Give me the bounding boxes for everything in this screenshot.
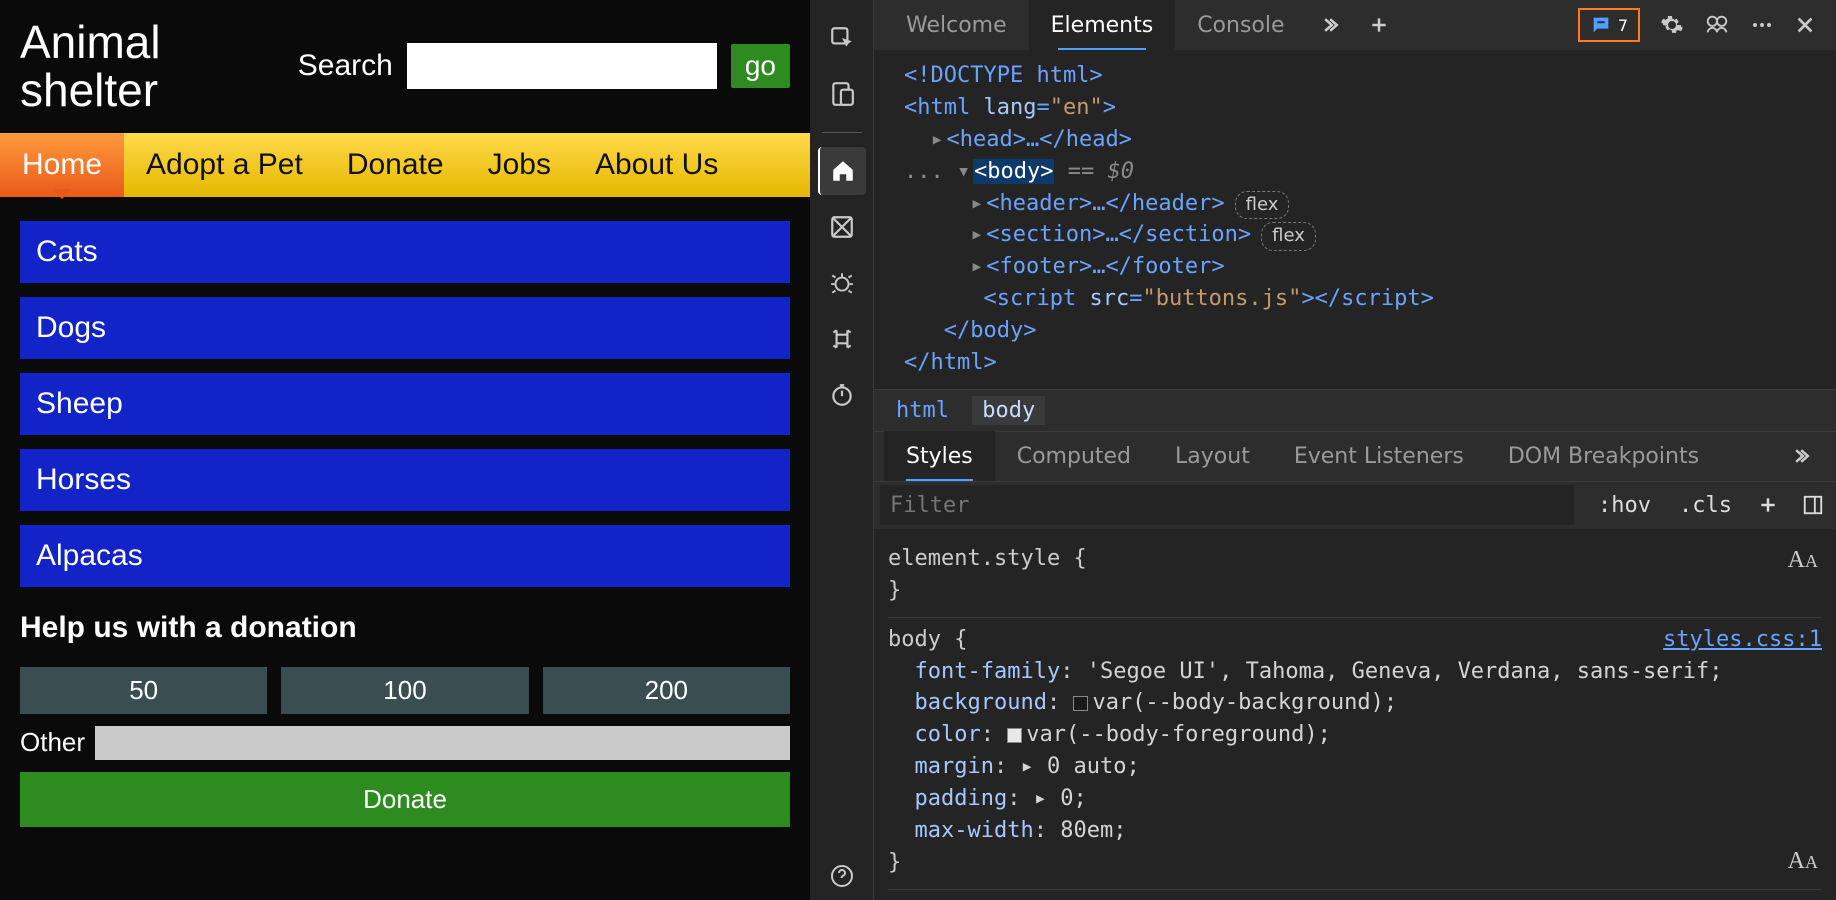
dom-body-close[interactable]: </body> — [944, 318, 1037, 343]
feedback-icon[interactable] — [1704, 13, 1730, 37]
styles-toolbar: :hov .cls — [874, 481, 1836, 529]
user-agent-label: user agent stylesheet — [1544, 896, 1822, 900]
network-tool-icon[interactable] — [818, 315, 866, 363]
computed-sidebar-icon[interactable] — [1790, 494, 1836, 516]
search-label: Search — [298, 49, 393, 83]
help-icon[interactable] — [818, 852, 866, 900]
main-nav: Home Adopt a Pet Donate Jobs About Us — [0, 133, 810, 197]
dom-body-selected[interactable]: <body> — [973, 159, 1054, 184]
accordion-cats[interactable]: Cats — [20, 221, 790, 283]
rendered-page: Animal shelter Search go Home Adopt a Pe… — [0, 0, 810, 900]
flex-badge[interactable]: flex — [1261, 222, 1316, 250]
nav-adopt[interactable]: Adopt a Pet — [124, 133, 325, 197]
rule-user-agent[interactable]: body { user agent stylesheet — [888, 890, 1822, 900]
issues-count: 7 — [1618, 16, 1628, 35]
issues-badge[interactable]: 7 — [1578, 8, 1640, 42]
dom-head[interactable]: <head>…</head> — [947, 127, 1132, 152]
sources-tool-icon[interactable] — [818, 203, 866, 251]
donate-other-row: Other — [20, 726, 790, 760]
accordion-dogs[interactable]: Dogs — [20, 297, 790, 359]
tab-event-listeners[interactable]: Event Listeners — [1272, 431, 1486, 481]
donate-heading: Help us with a donation — [20, 611, 790, 645]
accordion: Cats Dogs Sheep Horses Alpacas — [0, 197, 810, 597]
tab-styles[interactable]: Styles — [884, 431, 995, 481]
debugger-tool-icon[interactable] — [818, 259, 866, 307]
hov-toggle[interactable]: :hov — [1584, 493, 1665, 518]
tab-console[interactable]: Console — [1175, 0, 1306, 50]
dom-html-open[interactable]: <html — [904, 95, 983, 120]
tab-elements[interactable]: Elements — [1029, 0, 1176, 50]
issues-icon — [1590, 14, 1612, 36]
crumb-html[interactable]: html — [886, 396, 959, 425]
search-go-button[interactable]: go — [731, 44, 790, 88]
search-form: Search go — [298, 43, 790, 89]
accordion-horses[interactable]: Horses — [20, 449, 790, 511]
font-icon[interactable]: AA — [1788, 844, 1818, 879]
dom-header[interactable]: <header>…</header> — [986, 191, 1224, 216]
performance-tool-icon[interactable] — [818, 371, 866, 419]
dom-tree[interactable]: <!DOCTYPE html> <html lang="en"> ▸<head>… — [874, 50, 1836, 389]
more-styles-tabs-icon[interactable] — [1778, 446, 1826, 466]
expand-icon[interactable]: ▸ — [970, 251, 986, 283]
tab-computed[interactable]: Computed — [995, 431, 1153, 481]
styles-body[interactable]: element.style { AA } body { styles.css:1… — [874, 529, 1836, 900]
color-swatch-icon[interactable] — [1073, 696, 1088, 711]
settings-icon[interactable] — [1660, 13, 1684, 37]
flex-badge[interactable]: flex — [1235, 191, 1290, 219]
cls-toggle[interactable]: .cls — [1665, 493, 1746, 518]
rule-element-style[interactable]: element.style { AA } — [888, 537, 1822, 618]
dom-footer[interactable]: <footer>…</footer> — [986, 254, 1224, 279]
devtools-main: Welcome Elements Console 7 <!DOCTYPE htm… — [874, 0, 1836, 900]
styles-filter-input[interactable] — [880, 485, 1574, 525]
donate-button[interactable]: Donate — [20, 772, 790, 827]
accordion-alpacas[interactable]: Alpacas — [20, 525, 790, 587]
nav-about[interactable]: About Us — [573, 133, 740, 197]
accordion-sheep[interactable]: Sheep — [20, 373, 790, 435]
close-devtools-icon[interactable] — [1794, 14, 1816, 36]
crumb-body[interactable]: body — [972, 396, 1045, 425]
expand-icon[interactable]: ▸ — [970, 219, 986, 251]
devtools-tabs: Welcome Elements Console 7 — [874, 0, 1836, 50]
rule-body[interactable]: body { styles.css:1 font-family: 'Segoe … — [888, 618, 1822, 890]
dom-section[interactable]: <section>…</section> — [986, 222, 1251, 247]
nav-jobs[interactable]: Jobs — [466, 133, 573, 197]
activity-bar — [810, 0, 874, 900]
dom-html-close[interactable]: </html> — [904, 350, 997, 375]
color-swatch-icon[interactable] — [1007, 728, 1022, 743]
nav-home[interactable]: Home — [0, 133, 124, 197]
styles-tabs: Styles Computed Layout Event Listeners D… — [874, 431, 1836, 481]
dom-breadcrumb: html body — [874, 389, 1836, 431]
font-icon[interactable]: AA — [1788, 543, 1818, 578]
tab-layout[interactable]: Layout — [1153, 431, 1272, 481]
dom-overflow: ... — [904, 159, 944, 184]
nav-donate[interactable]: Donate — [325, 133, 466, 197]
donate-50[interactable]: 50 — [20, 667, 267, 714]
donate-other-input[interactable] — [95, 726, 790, 760]
new-tab-icon[interactable] — [1355, 15, 1403, 35]
donate-section: Help us with a donation 50 100 200 Other… — [0, 597, 810, 841]
elements-tool-icon[interactable] — [818, 147, 866, 195]
more-tabs-icon[interactable] — [1307, 15, 1355, 35]
new-style-rule-icon[interactable] — [1746, 495, 1790, 515]
inspect-icon[interactable] — [818, 14, 866, 62]
dom-script[interactable]: <script — [983, 286, 1089, 311]
dom-doctype[interactable]: <!DOCTYPE html> — [904, 63, 1103, 88]
donate-100[interactable]: 100 — [281, 667, 528, 714]
donate-other-label: Other — [20, 727, 85, 758]
device-toggle-icon[interactable] — [818, 70, 866, 118]
donate-amounts: 50 100 200 — [20, 667, 790, 714]
donate-200[interactable]: 200 — [543, 667, 790, 714]
collapse-icon[interactable]: ▾ — [957, 156, 973, 188]
divider — [822, 132, 862, 133]
expand-icon[interactable]: ▸ — [970, 188, 986, 220]
stylesheet-link[interactable]: styles.css:1 — [1663, 624, 1822, 656]
tab-welcome[interactable]: Welcome — [884, 0, 1029, 50]
search-input[interactable] — [407, 43, 717, 89]
devtools: Welcome Elements Console 7 <!DOCTYPE htm… — [810, 0, 1836, 900]
tab-dom-breakpoints[interactable]: DOM Breakpoints — [1486, 431, 1721, 481]
more-menu-icon[interactable] — [1750, 13, 1774, 37]
expand-icon[interactable]: ▸ — [931, 124, 947, 156]
page-header: Animal shelter Search go — [0, 0, 810, 133]
page-title: Animal shelter — [20, 18, 220, 115]
